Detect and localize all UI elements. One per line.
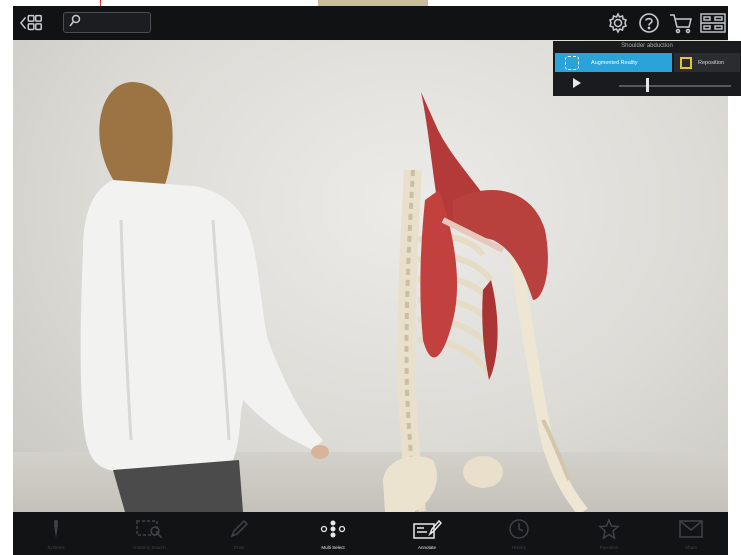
animation-panel: Shoulder abduction Augmented Reality Rep… — [553, 41, 741, 96]
pencil-icon — [203, 519, 275, 539]
nav-annotate[interactable]: Annotate — [391, 512, 463, 555]
top-toolbar — [13, 6, 728, 40]
cart-icon[interactable] — [669, 11, 693, 35]
multi-select-icon — [297, 519, 369, 539]
search-input[interactable] — [63, 12, 151, 33]
nav-anatomy-search-label: Anatomy Search — [132, 545, 166, 550]
nav-annotate-label: Annotate — [417, 545, 436, 550]
nav-history[interactable]: History — [483, 512, 555, 555]
nav-anatomy-search[interactable]: Anatomy Search — [113, 512, 185, 555]
nav-history-label: History — [511, 545, 526, 550]
play-icon[interactable] — [573, 78, 581, 88]
nav-share-label: Share — [684, 545, 697, 550]
envelope-icon — [655, 519, 727, 539]
gear-icon[interactable] — [606, 11, 630, 35]
person-photo — [80, 82, 329, 512]
ar-camera-view[interactable] — [13, 40, 728, 512]
anatomy-search-icon — [113, 519, 185, 539]
animation-slider[interactable] — [619, 85, 731, 87]
nav-systems-label: Systems — [47, 545, 65, 550]
panel-title: Shoulder abduction — [621, 43, 673, 49]
star-icon — [573, 518, 645, 540]
back-menu-icon[interactable] — [20, 11, 44, 35]
reposition-label: Reposition — [698, 59, 724, 66]
app-window: Shoulder abduction Augmented Reality Rep… — [0, 0, 741, 555]
annotate-icon — [391, 519, 463, 539]
nav-systems[interactable]: Systems — [20, 512, 92, 555]
nav-multi-select-label: Multi Select — [321, 545, 345, 550]
animation-slider-handle[interactable] — [645, 78, 649, 92]
bottom-toolbar: Systems Anatomy Search Draw Multi Select… — [13, 512, 728, 555]
layout-toggle-icon[interactable] — [699, 11, 727, 35]
nav-draw-label: Draw — [233, 545, 245, 550]
reposition-icon — [680, 56, 692, 69]
search-icon — [69, 14, 81, 31]
nav-multi-select[interactable]: Multi Select — [297, 512, 369, 555]
history-icon — [483, 519, 555, 539]
systems-icon — [20, 519, 92, 539]
nav-favorites-label: Favorites — [599, 545, 619, 550]
nav-share[interactable]: Share — [655, 512, 727, 555]
nav-draw[interactable]: Draw — [203, 512, 275, 555]
reposition-button[interactable]: Reposition — [674, 53, 740, 72]
help-icon[interactable] — [637, 11, 661, 35]
nav-favorites[interactable]: Favorites — [573, 512, 645, 555]
augmented-reality-label: Augmented Reality — [591, 59, 638, 66]
augmented-reality-button[interactable]: Augmented Reality — [555, 53, 672, 72]
ar-target-icon — [565, 55, 579, 70]
